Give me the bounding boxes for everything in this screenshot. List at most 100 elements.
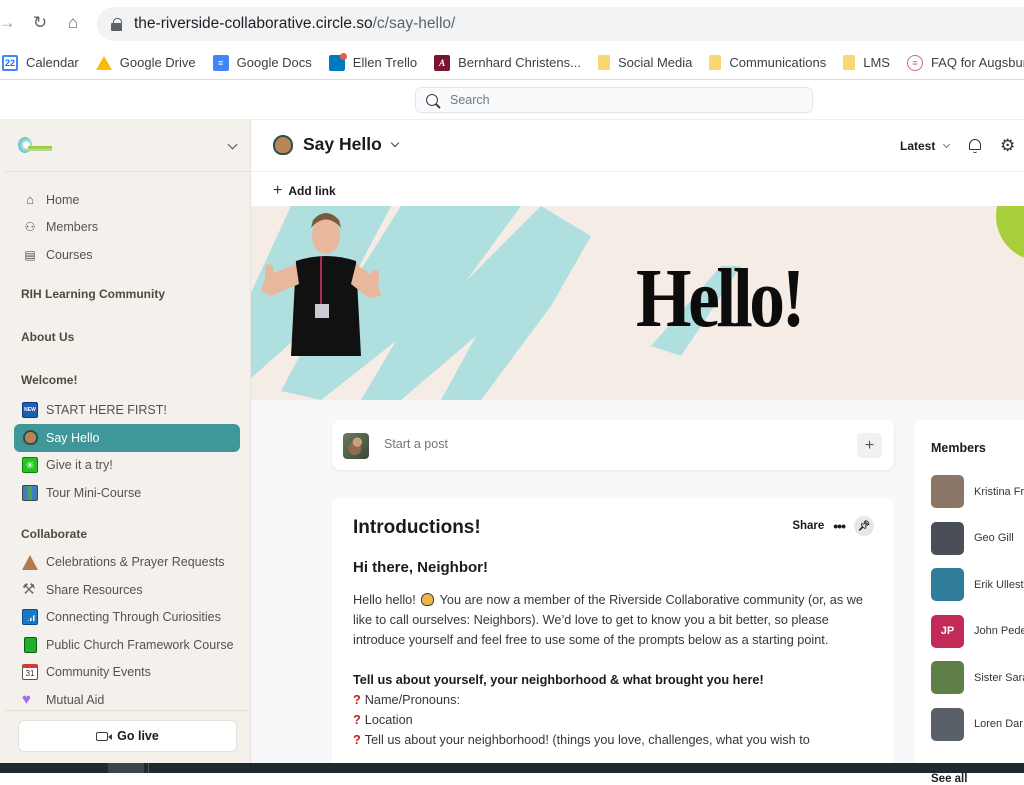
taskbar-item[interactable] (148, 763, 149, 773)
search-input[interactable]: Search (415, 87, 813, 113)
bookmark-label: Calendar (26, 55, 79, 70)
member-row[interactable]: JP John Pede (931, 614, 1024, 648)
sidebar-item-tour-mini-course[interactable]: Tour Mini-Course (4, 479, 250, 507)
community-switcher[interactable] (4, 120, 250, 172)
folder-icon (597, 55, 610, 70)
sidebar-item-community-events[interactable]: 31 Community Events (4, 659, 250, 687)
composer-placeholder: Start a post (384, 437, 448, 451)
lock-icon (111, 18, 122, 31)
video-camera-icon (96, 731, 113, 741)
member-row[interactable]: Kristina Fr (931, 475, 1024, 508)
post-composer[interactable]: Start a post + (332, 420, 894, 470)
signal-icon (22, 609, 38, 626)
section-about-us[interactable]: About Us (4, 330, 250, 344)
member-avatar (931, 475, 964, 508)
bookmark-item[interactable]: Ellen Trello (328, 52, 417, 71)
space-banner: Hello! (251, 206, 1024, 400)
url-host: the-riverside-collaborative.circle.so (134, 15, 373, 32)
members-title: Members (931, 441, 986, 455)
sidebar-item-courses[interactable]: ▤ Courses (4, 241, 250, 269)
more-options-icon[interactable]: ••• (833, 518, 846, 534)
bookmark-item[interactable]: Social Media (597, 55, 693, 70)
sparkle-icon: ✳ (22, 457, 38, 474)
member-name: Erik Ullest (974, 578, 1024, 591)
search-placeholder: Search (450, 93, 490, 107)
new-post-button[interactable]: + (857, 433, 882, 458)
post-title[interactable]: Introductions! (353, 517, 481, 539)
bookmarks-bar: 22 Calendar Google Drive ≡ Google Docs Ellen … (0, 46, 1024, 80)
sort-dropdown[interactable]: Latest (900, 139, 951, 153)
gear-icon[interactable]: ⚙ (1000, 137, 1017, 154)
sidebar-item-home[interactable]: ⌂ Home (4, 186, 250, 214)
post-subtitle: Hi there, Neighbor! (353, 559, 489, 576)
section-collaborate[interactable]: Collaborate (4, 527, 250, 541)
sidebar-item-connecting-curiosities[interactable]: Connecting Through Curiosities (4, 604, 250, 632)
sidebar-item-share-resources[interactable]: ⚒ Share Resources (4, 576, 250, 604)
url-path: /c/say-hello/ (372, 15, 456, 32)
prompt-item: ? Name/Pronouns: (353, 693, 460, 707)
sidebar-item-label: Public Church Framework Course (46, 637, 234, 652)
sidebar-item-label: Share Resources (46, 582, 143, 597)
bookmark-item[interactable]: A Bernhard Christens... (434, 54, 581, 71)
question-mark-icon: ? (353, 713, 361, 727)
member-name: Geo Gill (974, 532, 1014, 544)
courses-icon: ▤ (24, 247, 36, 262)
bookmark-item[interactable]: Communications (709, 55, 826, 70)
banner-person-photo (261, 213, 381, 356)
chevron-down-icon (390, 138, 400, 148)
sidebar-item-celebrations[interactable]: Celebrations & Prayer Requests (4, 549, 250, 577)
member-name: Kristina Fr (974, 485, 1024, 498)
member-avatar (931, 707, 964, 741)
search-icon (426, 94, 438, 106)
section-welcome[interactable]: Welcome! (4, 373, 250, 387)
member-row[interactable]: Erik Ullest (931, 568, 1024, 601)
bookmark-item[interactable]: ≡ FAQ for Augsburg S... (906, 54, 1024, 71)
bookmark-item[interactable]: ≡ Google Docs (212, 54, 312, 71)
sidebar-item-say-hello[interactable]: Say Hello (14, 424, 240, 452)
section-rih-learning-community[interactable]: RIH Learning Community (4, 287, 250, 301)
chevron-down-icon[interactable] (227, 139, 238, 150)
pinned-post: Introductions! Share ••• 📌︎ Hi there, Ne… (332, 498, 894, 778)
space-header: Say Hello Latest ⚙ (251, 120, 1024, 172)
bookmark-item[interactable]: LMS (843, 55, 890, 70)
member-row[interactable]: Geo Gill (931, 521, 1014, 555)
space-title-dropdown[interactable]: Say Hello (273, 134, 400, 155)
sidebar-item-give-it-a-try[interactable]: ✳ Give it a try! (4, 452, 250, 480)
augsburg-icon: A (434, 54, 451, 71)
sort-label: Latest (900, 139, 936, 153)
taskbar-item[interactable] (108, 763, 144, 773)
forward-button[interactable]: → (0, 8, 22, 38)
sidebar-item-start-here-first[interactable]: NEW START HERE FIRST! (4, 397, 250, 425)
address-bar[interactable]: the-riverside-collaborative.circle.so/c/… (97, 7, 1024, 41)
add-link-button[interactable]: + Add link (273, 182, 336, 200)
see-all-link[interactable]: See all (931, 773, 967, 785)
bookmark-label: Social Media (617, 55, 693, 70)
go-live-button[interactable]: Go live (18, 720, 237, 752)
member-row[interactable]: Loren Dar (931, 707, 1023, 741)
chevron-down-icon (943, 140, 951, 149)
members-icon: ⚇ (24, 220, 36, 235)
prompt-item: ? Tell us about your neighborhood! (thing… (353, 733, 810, 747)
member-avatar: JP (931, 614, 964, 648)
sidebar-item-label: Mutual Aid (46, 692, 105, 707)
reload-button[interactable]: ↻ (25, 8, 55, 38)
bell-icon[interactable] (968, 138, 982, 153)
os-taskbar (0, 763, 1024, 773)
share-button[interactable]: Share (792, 520, 824, 532)
member-row[interactable]: Sister Sara (931, 661, 1024, 694)
waving-hand-icon (421, 593, 435, 606)
pin-icon[interactable]: 📌︎ (854, 516, 874, 536)
question-mark-icon: ? (353, 733, 361, 747)
sidebar-item-label: Say Hello (46, 430, 100, 445)
sidebar-item-members[interactable]: ⚇ Members (4, 214, 250, 242)
feed-area: Start a post + Introductions! Share ••• … (251, 400, 1024, 785)
home-button[interactable]: ⌂ (58, 8, 88, 38)
add-link-label: Add link (288, 184, 336, 198)
member-avatar (931, 521, 964, 555)
bookmark-item[interactable]: Google Drive (95, 55, 196, 70)
bookmark-item[interactable]: 22 Calendar (2, 54, 79, 71)
sidebar-item-label: START HERE FIRST! (46, 403, 167, 418)
sidebar-item-public-church[interactable]: Public Church Framework Course (4, 631, 250, 659)
go-live-label: Go live (117, 729, 159, 743)
clapping-hands-icon (22, 430, 38, 446)
